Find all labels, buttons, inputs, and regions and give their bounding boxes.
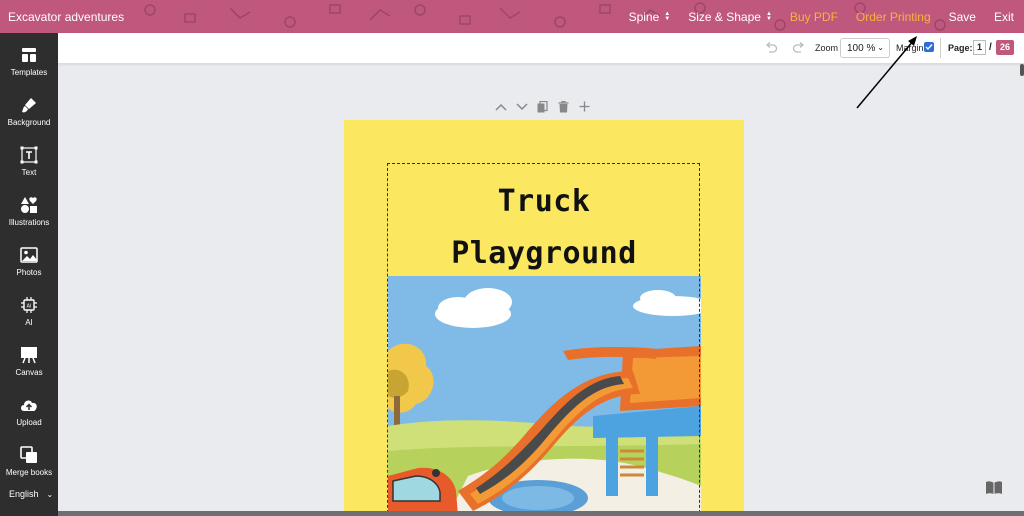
paint-brush-icon [18,94,40,116]
chevron-down-icon: ⌄ [46,489,54,499]
sidebar-item-ai[interactable]: AI AI [0,292,58,338]
sidebar-item-templates[interactable]: Templates [0,42,58,88]
svg-text:AI: AI [27,304,32,310]
exit-button[interactable]: Exit [994,10,1014,24]
sort-arrows-icon: ▲ ▼ [664,10,671,22]
language-label: English [9,489,39,499]
book-page-canvas[interactable]: Truck Playground [344,120,744,516]
sidebar-item-photos[interactable]: Photos [0,242,58,288]
move-page-down-icon[interactable] [515,100,528,113]
editor-toolbar: Zoom 100 % ⌄ Margin Page: 1 / 26 [58,33,1024,64]
page-total-badge: 26 [996,40,1014,55]
scrollbar-thumb[interactable] [1020,64,1024,76]
spine-label: Spine [628,9,660,24]
move-page-up-icon[interactable] [494,100,507,113]
app-title: Excavator adventures [8,10,125,24]
sidebar-item-label: Illustrations [8,218,50,227]
duplicate-page-icon[interactable] [536,100,549,113]
ai-chip-icon: AI [18,294,40,316]
merge-icon [18,444,40,466]
cloud-upload-icon [18,394,40,416]
margin-label: Margin [896,43,924,53]
redo-icon[interactable] [792,41,806,55]
size-shape-menu[interactable]: Size & Shape ▲ ▼ [688,10,772,24]
sidebar-item-label: Upload [16,418,42,427]
size-shape-label: Size & Shape [688,9,761,24]
sidebar-item-label: Text [21,168,37,177]
page-separator: / [989,42,992,53]
delete-page-icon[interactable] [557,100,570,113]
checkmark-icon [925,44,933,51]
spine-menu[interactable]: Spine ▲ ▼ [629,10,671,24]
page-controls [494,100,591,113]
sidebar-item-merge-books[interactable]: Merge books [0,442,58,488]
order-printing-link[interactable]: Order Printing [856,10,931,24]
book-title-line-2: Playground [451,236,637,271]
sidebar-item-label: Canvas [15,368,43,377]
sidebar-item-upload[interactable]: Upload [0,392,58,438]
zoom-value: 100 % [847,42,876,54]
text-icon [18,144,40,166]
image-icon [18,244,40,266]
top-nav: Spine ▲ ▼ Size & Shape ▲ ▼ Buy PDF Order P… [629,0,1024,33]
add-page-icon[interactable] [578,100,591,113]
margin-checkbox[interactable] [924,42,934,52]
sidebar-item-label: Templates [10,68,48,77]
toolbar-divider [940,38,941,58]
page-number-input[interactable]: 1 [973,40,986,55]
easel-icon [18,344,40,366]
templates-icon [18,44,40,66]
sidebar: Templates Background Text Illustrations … [0,33,58,516]
sidebar-item-canvas[interactable]: Canvas [0,342,58,388]
zoom-select[interactable]: 100 % ⌄ [840,38,890,58]
language-select[interactable]: English ⌄ [9,489,53,499]
sidebar-item-label: AI [25,318,33,327]
buy-pdf-link[interactable]: Buy PDF [790,10,838,24]
bottom-strip [58,511,1024,516]
sidebar-item-label: Merge books [5,468,53,477]
sort-arrows-icon: ▲ ▼ [765,10,772,22]
undo-icon[interactable] [764,41,778,55]
save-button[interactable]: Save [949,10,976,24]
sidebar-item-text[interactable]: Text [0,142,58,188]
sidebar-item-illustrations[interactable]: Illustrations [0,192,58,238]
sidebar-item-label: Photos [16,268,42,277]
sidebar-item-background[interactable]: Background [0,92,58,138]
book-title[interactable]: Truck Playground [344,176,744,280]
sidebar-item-label: Background [7,118,51,127]
book-title-line-1: Truck [497,184,591,219]
book-preview-icon[interactable] [985,481,1003,495]
top-bar: Excavator adventures Spine ▲ ▼ Size & Sha… [0,0,1024,33]
page-label: Page: [948,43,973,53]
chevron-down-icon: ⌄ [877,43,884,52]
zoom-label: Zoom [815,43,839,53]
shapes-icon [18,194,40,216]
